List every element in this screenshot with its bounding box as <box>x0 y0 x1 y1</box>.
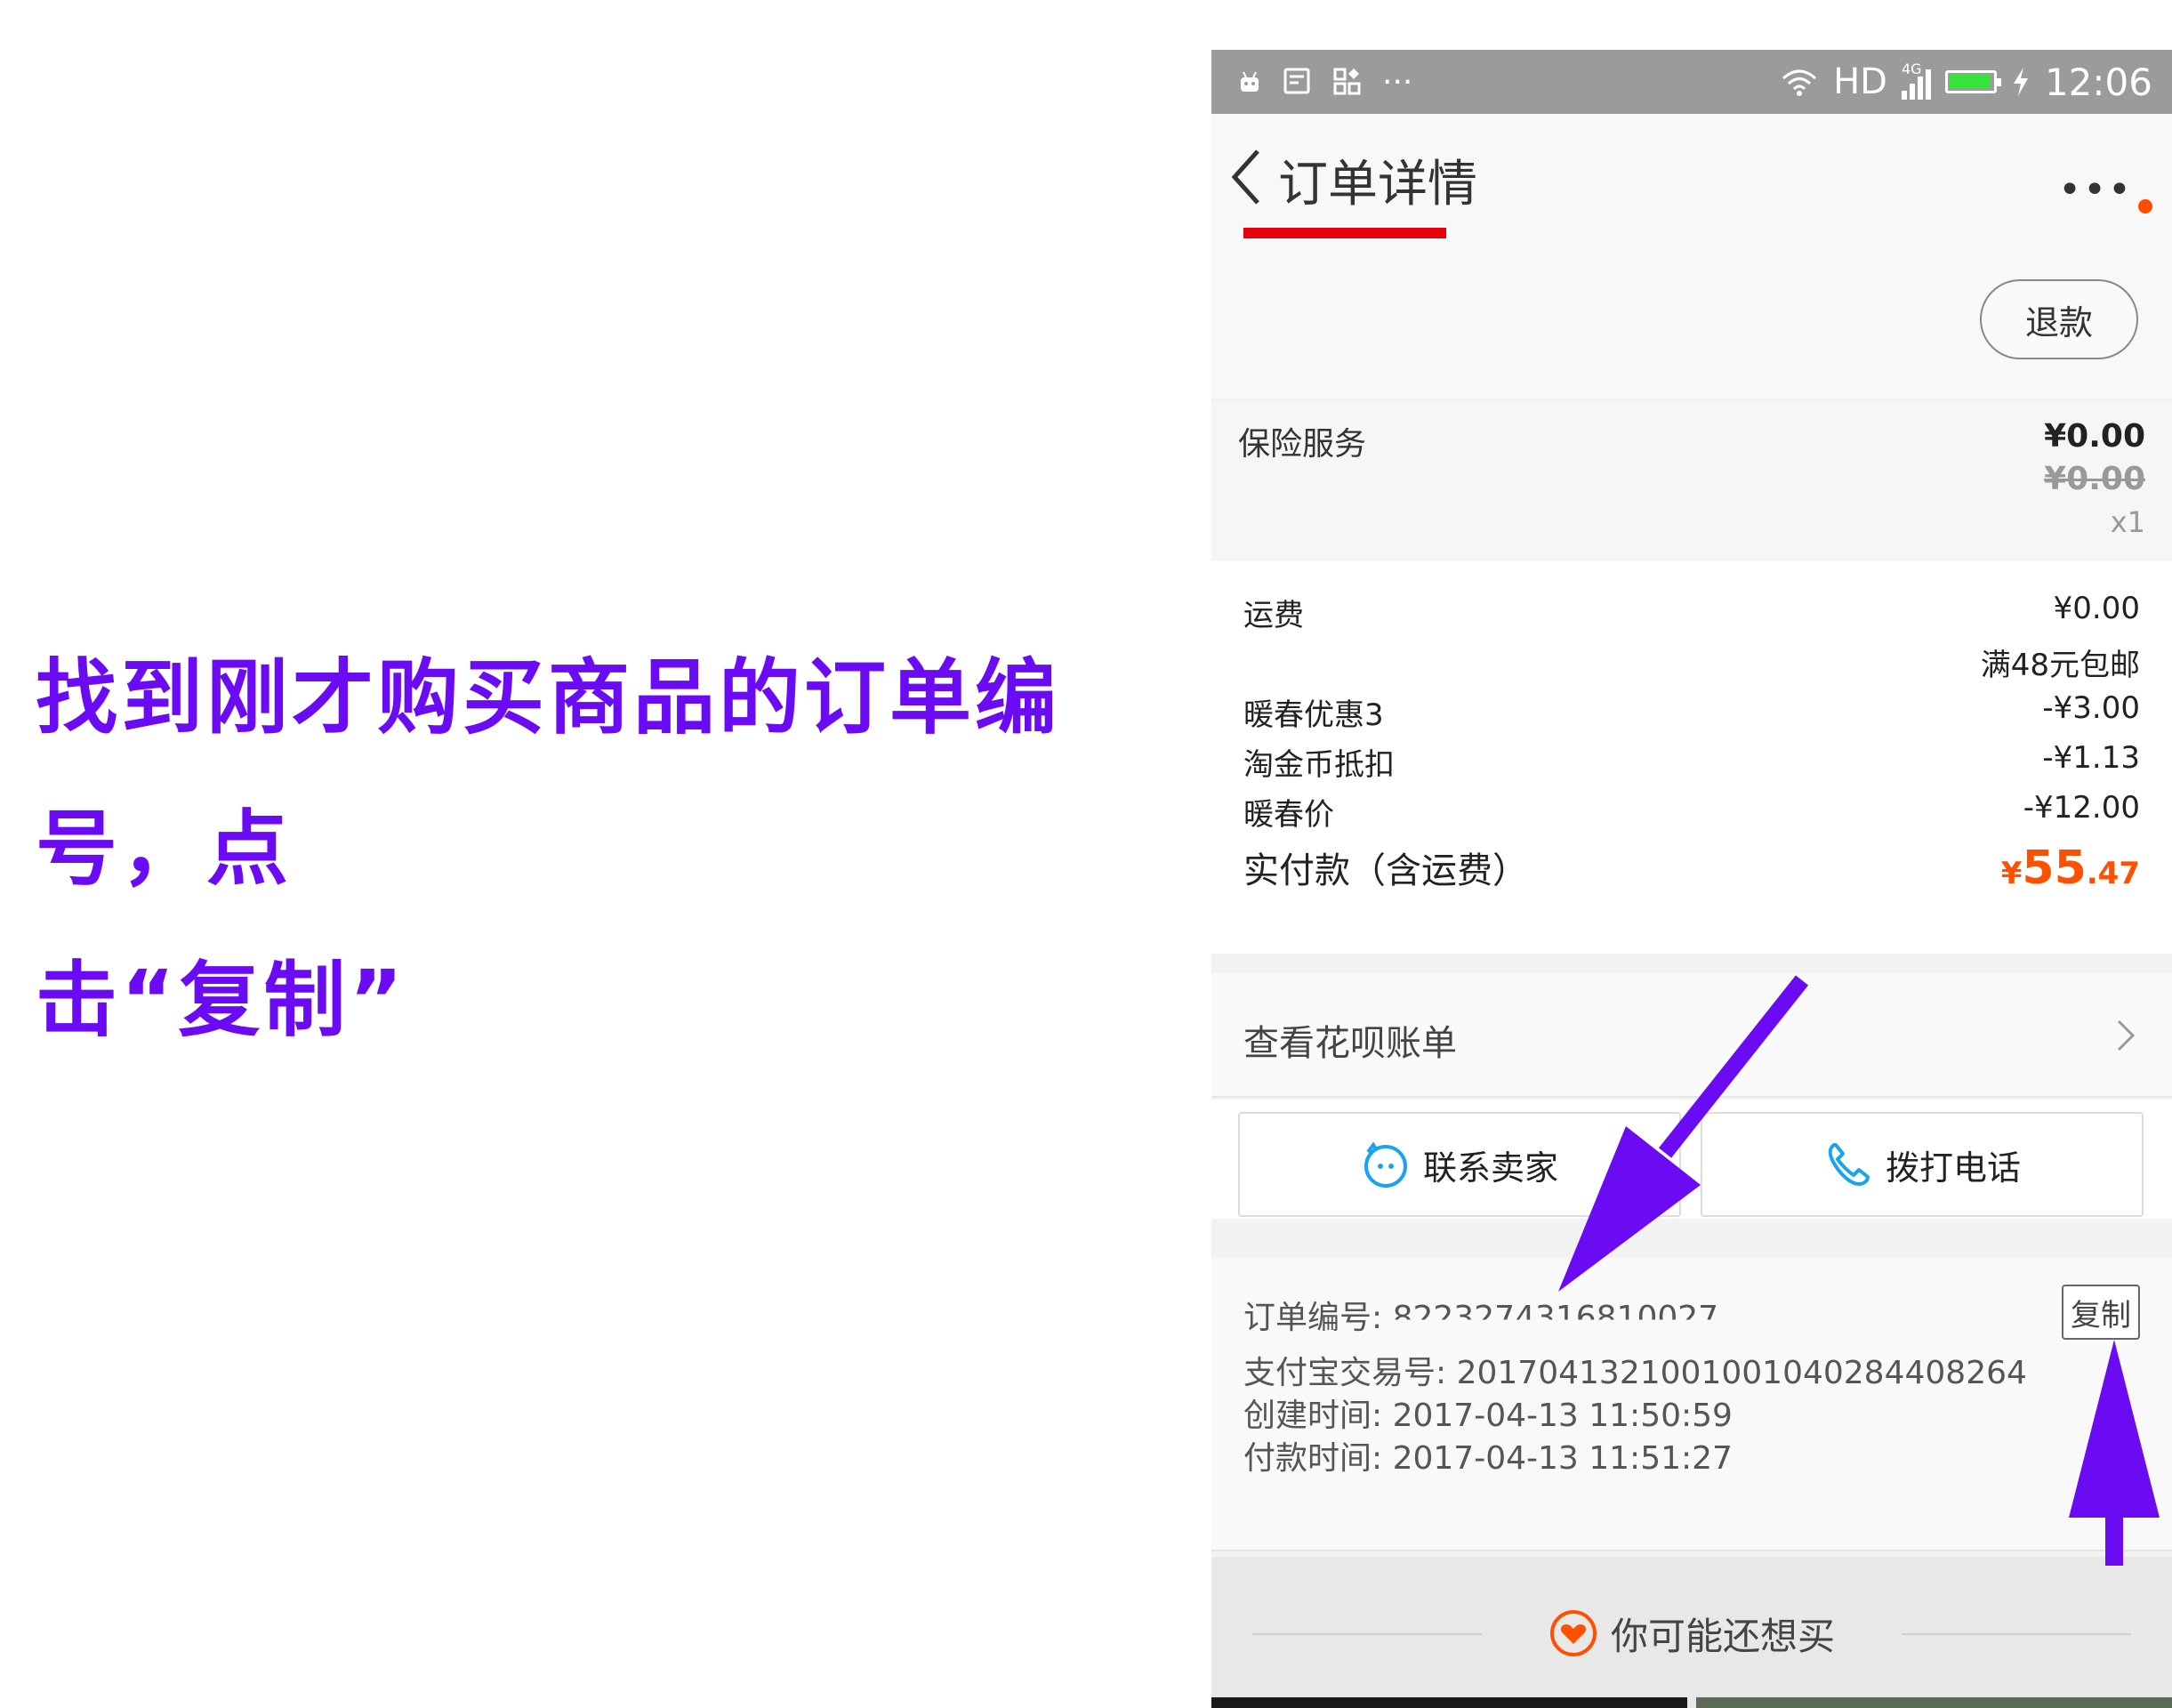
status-time: 12:06 <box>2044 60 2152 104</box>
discount-label: 暖春优惠3 <box>1243 697 1384 733</box>
spring-price-label: 暖春价 <box>1243 797 1334 833</box>
total-decimal: .47 <box>2086 856 2140 891</box>
discount-row: 暖春优惠3 -¥3.00 <box>1243 690 2140 734</box>
contact-section: 联系卖家 拨打电话 <box>1211 1100 2172 1219</box>
recommend-thumbnails <box>1211 1697 2172 1708</box>
heart-icon <box>1549 1610 1597 1656</box>
notification-dot <box>2138 199 2152 214</box>
huabei-bill-row[interactable]: 查看花呗账单 <box>1211 973 2172 1098</box>
more-menu-icon[interactable]: ••• <box>2058 167 2133 213</box>
phone-screen: ··· HD 4G 12:06 订单详情 ••• 退款 保险服务 ¥0.00 ¥… <box>1211 50 2172 1708</box>
fee-summary: 运费 ¥0.00 满48元包邮 暖春优惠3 -¥3.00 淘金币抵扣 -¥1.1… <box>1211 560 2172 954</box>
contact-seller-label: 联系卖家 <box>1422 1148 1558 1188</box>
order-info-section: 订单编号: 8223274316810027 复制 支付宝交易号: 201704… <box>1211 1258 2172 1551</box>
total-paid-value: ¥55.47 <box>2001 842 2140 895</box>
insurance-price: ¥0.00 <box>2044 418 2145 455</box>
total-currency: ¥ <box>2000 856 2023 891</box>
battery-icon <box>1944 70 2001 93</box>
insurance-label: 保险服务 <box>1238 426 1367 463</box>
chat-face-icon <box>1364 1141 1407 1188</box>
total-paid-label: 实付款（含运费） <box>1243 850 1528 891</box>
shipping-value: ¥0.00 <box>2053 591 2140 626</box>
call-phone-label: 拨打电话 <box>1885 1148 2021 1188</box>
product-thumbnail[interactable] <box>1211 1697 1687 1708</box>
order-number-label: 订单编号: <box>1243 1300 1383 1336</box>
status-right-icons: HD 4G 12:06 <box>1780 57 2152 107</box>
coin-deduction-value: -¥1.13 <box>2042 740 2140 776</box>
alipay-number-label: 支付宝交易号: <box>1243 1355 1447 1391</box>
insurance-original-price: ¥0.00 <box>2044 461 2145 497</box>
charging-icon <box>2013 68 2028 96</box>
total-integer: 55 <box>2022 842 2087 895</box>
coin-deduction-row: 淘金币抵扣 -¥1.13 <box>1243 740 2140 784</box>
shipping-note: 满48元包邮 <box>1980 648 2140 683</box>
copy-button[interactable]: 复制 <box>2062 1285 2140 1340</box>
refund-button[interactable]: 退款 <box>1980 279 2138 359</box>
contact-seller-button[interactable]: 联系卖家 <box>1238 1112 1681 1217</box>
recommend-label: 你可能还想买 <box>1610 1614 1835 1658</box>
paid-time-line: 付款时间: 2017-04-13 11:51:27 <box>1243 1432 1733 1478</box>
network-label: HD <box>1833 61 1887 102</box>
wifi-icon <box>1782 69 1817 96</box>
coin-deduction-label: 淘金币抵扣 <box>1243 747 1395 783</box>
instruction-caption: 找到刚才购买商品的订单编号，点 击“复制” <box>36 623 1192 1076</box>
back-arrow-icon[interactable] <box>1227 146 1263 208</box>
instruction-line-1: 找到刚才购买商品的订单编号，点 <box>36 650 1061 897</box>
created-time-value: 2017-04-13 11:50:59 <box>1392 1398 1733 1434</box>
status-left-icons: ··· <box>1236 62 1412 101</box>
message-icon <box>1283 68 1310 94</box>
navigation-bar: 订单详情 ••• <box>1211 114 2172 238</box>
chevron-right-icon <box>2117 1019 2136 1051</box>
spring-price-value: -¥12.00 <box>2023 790 2140 826</box>
created-time-label: 创建时间: <box>1243 1398 1383 1434</box>
order-number-value: 8223274316810027 <box>1392 1300 1719 1336</box>
more-notifications-icon: ··· <box>1382 63 1413 101</box>
created-time-line: 创建时间: 2017-04-13 11:50:59 <box>1243 1390 1733 1436</box>
spring-price-row: 暖春价 -¥12.00 <box>1243 790 2140 834</box>
signal-icon: 4G <box>1901 60 1931 100</box>
refund-section: 退款 <box>1211 238 2172 399</box>
instruction-line-2: 击“复制” <box>36 953 406 1048</box>
android-icon <box>1241 71 1259 92</box>
apps-icon <box>1333 68 1361 95</box>
shipping-label: 运费 <box>1243 598 1304 633</box>
huabei-bill-label: 查看花呗账单 <box>1243 1023 1457 1064</box>
recommend-section: 你可能还想买 <box>1211 1557 2172 1708</box>
insurance-quantity: x1 <box>2110 505 2145 539</box>
shipping-row: 运费 ¥0.00 <box>1243 591 2140 634</box>
insurance-service-row[interactable]: 保险服务 ¥0.00 ¥0.00 x1 <box>1211 402 2172 559</box>
paid-time-label: 付款时间: <box>1243 1440 1383 1477</box>
page-title: 订单详情 <box>1278 156 1477 214</box>
total-paid-row: 实付款（含运费） ¥55.47 <box>1243 842 2140 895</box>
discount-value: -¥3.00 <box>2042 690 2140 726</box>
recommend-header: 你可能还想买 <box>1211 1607 2172 1660</box>
product-thumbnail[interactable] <box>1696 1697 2172 1708</box>
promo-banner-strip <box>1243 228 1446 238</box>
alipay-number-line: 支付宝交易号: 2017041321001001040284408264 <box>1243 1347 2027 1393</box>
order-number-line: 订单编号: 8223274316810027 <box>1243 1292 1718 1338</box>
alipay-number-value: 2017041321001001040284408264 <box>1456 1355 2027 1391</box>
status-bar: ··· HD 4G 12:06 <box>1211 50 2172 114</box>
paid-time-value: 2017-04-13 11:51:27 <box>1392 1440 1733 1477</box>
signal-label: 4G <box>1901 60 1922 77</box>
call-phone-button[interactable]: 拨打电话 <box>1701 1112 2144 1217</box>
phone-icon <box>1828 1143 1870 1186</box>
